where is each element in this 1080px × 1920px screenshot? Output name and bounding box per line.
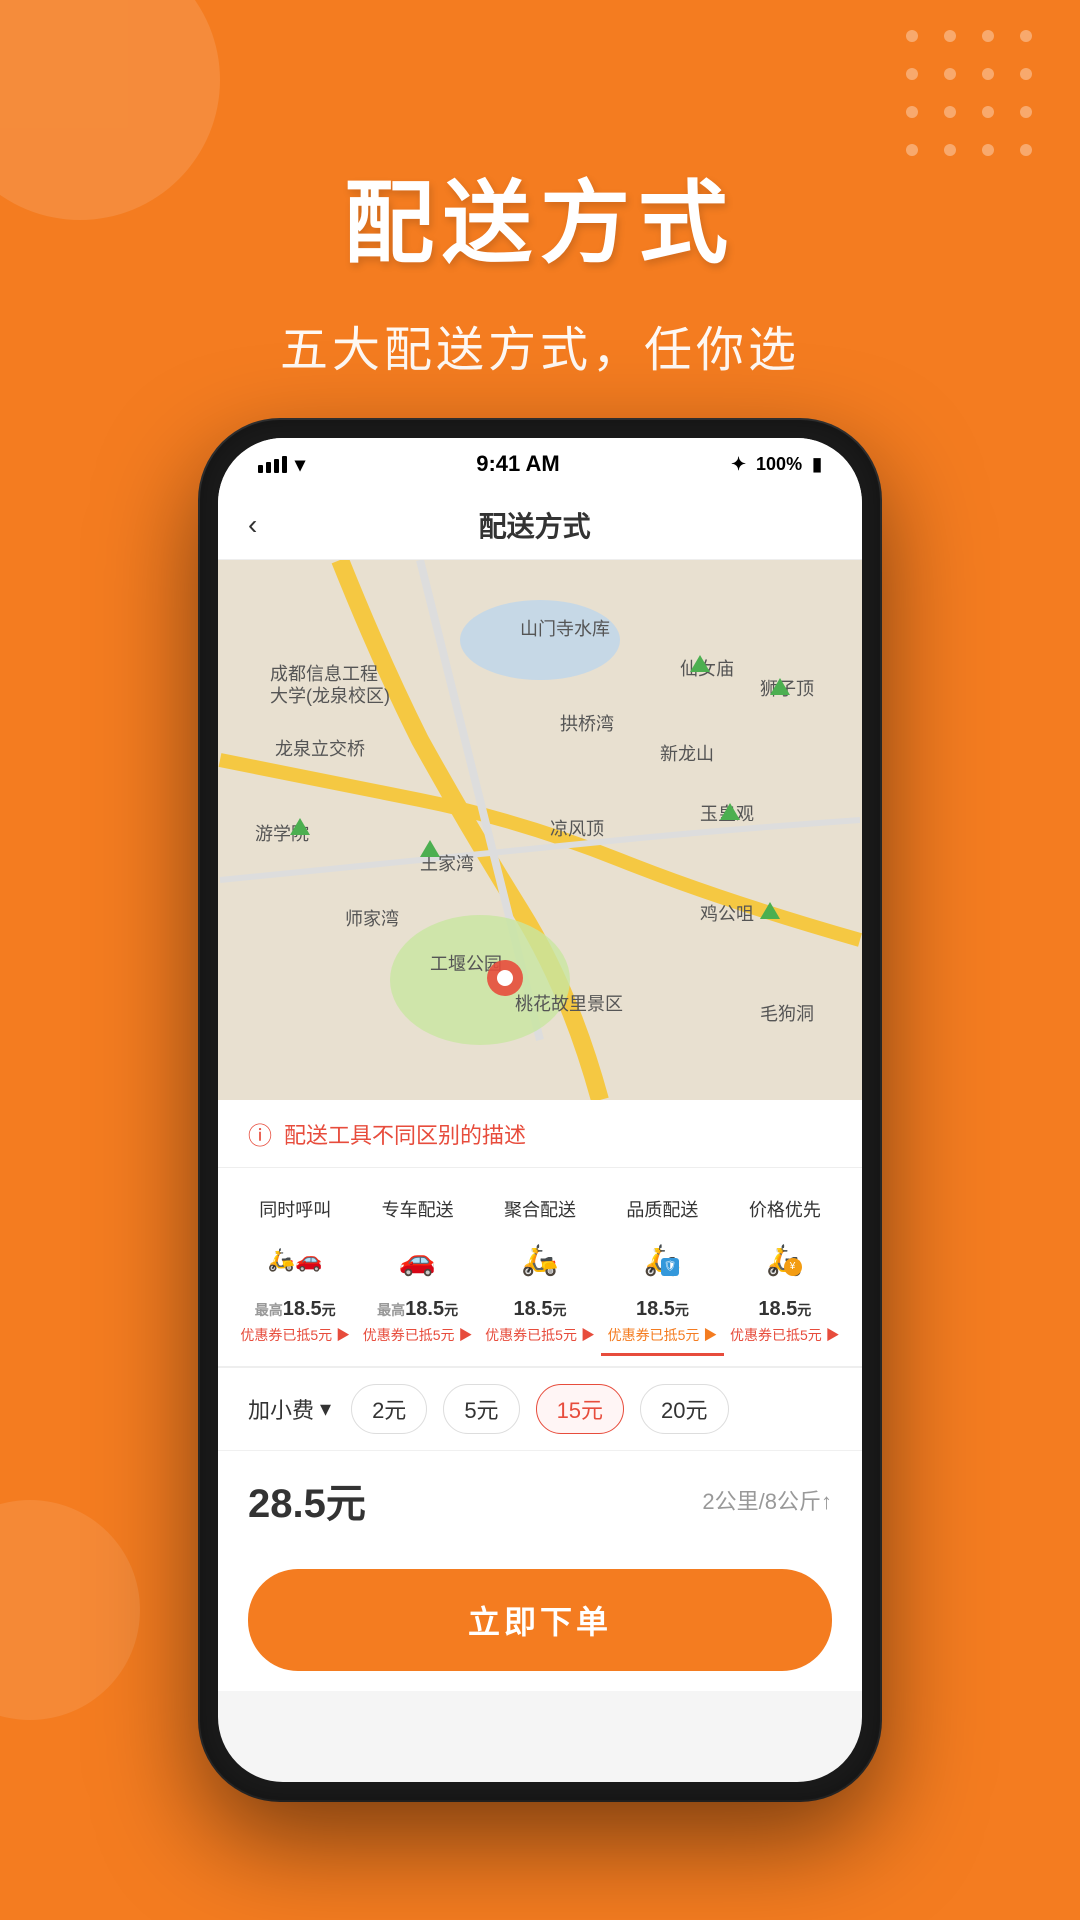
delivery-option-price-first[interactable]: 价格优先 🛵 ¥ 18.5元 优惠券已抵5元 ▶ — [724, 1188, 846, 1356]
quality-badge: 🛡 — [661, 1258, 679, 1276]
phone-screen: ▾ 9:41 AM ✦ 100% ▮ ‹ 配送方式 — [218, 438, 862, 1782]
fee-option-5[interactable]: 5元 — [443, 1384, 519, 1434]
delivery-options: 同时呼叫 🛵🚗 最高18.5元 优惠券已抵5元 ▶ 专车配送 🚗 — [218, 1168, 862, 1368]
phone-shell: ▾ 9:41 AM ✦ 100% ▮ ‹ 配送方式 — [200, 420, 880, 1800]
option-vehicle-3: 🛵 — [521, 1230, 558, 1290]
status-right: ✦ 100% ▮ — [731, 454, 822, 475]
delivery-option-private[interactable]: 专车配送 🚗 最高18.5元 优惠券已抵5元 ▶ — [356, 1188, 478, 1356]
option-vehicle-2: 🚗 — [399, 1230, 436, 1290]
wifi-icon: ▾ — [295, 452, 305, 477]
option-price-2: 最高18.5元 — [377, 1298, 458, 1321]
option-coupon-2: 优惠券已抵5元 ▶ — [363, 1325, 473, 1345]
extra-fee-label: 加小费 ▾ — [248, 1393, 331, 1425]
hero-title: 配送方式 — [0, 150, 1080, 280]
option-price-1: 最高18.5元 — [255, 1298, 336, 1321]
svg-text:毛狗洞: 毛狗洞 — [760, 1004, 814, 1024]
alert-bar: ⓘ 配送工具不同区别的描述 — [218, 1100, 862, 1168]
option-vehicle-4: 🛵 🛡 — [644, 1230, 681, 1290]
fee-option-2[interactable]: 2元 — [351, 1384, 427, 1434]
nav-title: 配送方式 — [277, 505, 792, 545]
option-name-3: 聚合配送 — [504, 1196, 576, 1222]
fee-option-20[interactable]: 20元 — [640, 1384, 728, 1434]
extra-fee-text: 加小费 — [248, 1393, 314, 1425]
alert-icon: ⓘ — [248, 1116, 272, 1151]
price-badge: ¥ — [784, 1258, 802, 1276]
svg-text:成都信息工程: 成都信息工程 — [270, 664, 378, 684]
delivery-option-aggregate[interactable]: 聚合配送 🛵 18.5元 优惠券已抵5元 ▶ — [479, 1188, 601, 1356]
svg-text:山门寺水库: 山门寺水库 — [520, 619, 610, 639]
option-name-5: 价格优先 — [749, 1196, 821, 1222]
option-vehicle-1: 🛵🚗 — [268, 1230, 323, 1290]
option-name-4: 品质配送 — [626, 1196, 698, 1222]
bluetooth-icon: ✦ — [731, 454, 746, 475]
option-price-3: 18.5元 — [514, 1298, 567, 1321]
hero-section: 配送方式 五大配送方式，任你选 — [0, 150, 1080, 380]
price-section: 28.5元 2公里/8公斤↑ — [218, 1451, 862, 1549]
map-area: 成都信息工程 大学(龙泉校区) 龙泉立交桥 山门寺水库 仙女庙 狮子顶 游学院 … — [218, 560, 862, 1100]
svg-text:师家湾: 师家湾 — [345, 909, 399, 929]
svg-text:新龙山: 新龙山 — [660, 744, 714, 764]
order-button-section: 立即下单 — [218, 1549, 862, 1691]
delivery-option-simultaneous[interactable]: 同时呼叫 🛵🚗 最高18.5元 优惠券已抵5元 ▶ — [234, 1188, 356, 1356]
battery-icon: ▮ — [812, 454, 822, 475]
svg-text:龙泉立交桥: 龙泉立交桥 — [275, 739, 365, 759]
svg-text:拱桥湾: 拱桥湾 — [560, 714, 614, 734]
phone-mockup: ▾ 9:41 AM ✦ 100% ▮ ‹ 配送方式 — [200, 420, 880, 1800]
fee-options: 2元 5元 15元 20元 — [351, 1384, 728, 1434]
hero-subtitle: 五大配送方式，任你选 — [0, 310, 1080, 380]
battery-text: 100% — [756, 454, 802, 475]
total-price: 28.5元 — [248, 1471, 366, 1529]
extra-fee-section: 加小费 ▾ 2元 5元 15元 20元 — [218, 1368, 862, 1451]
option-price-4: 18.5元 — [636, 1298, 689, 1321]
distance-info: 2公里/8公斤↑ — [702, 1484, 832, 1516]
svg-text:桃花故里景区: 桃花故里景区 — [515, 994, 623, 1014]
svg-text:鸡公咀: 鸡公咀 — [700, 904, 754, 924]
status-bar: ▾ 9:41 AM ✦ 100% ▮ — [218, 438, 862, 490]
option-coupon-4: 优惠券已抵5元 ▶ — [608, 1325, 718, 1345]
decoration-circle-bl — [0, 1500, 140, 1720]
dots-decoration — [906, 30, 1040, 164]
svg-text:狮子顶: 狮子顶 — [760, 679, 814, 699]
option-coupon-5: 优惠券已抵5元 ▶ — [730, 1325, 840, 1345]
option-vehicle-5: 🛵 ¥ — [766, 1230, 803, 1290]
delivery-option-quality[interactable]: 品质配送 🛵 🛡 18.5元 优惠券已抵5元 ▶ — [601, 1188, 723, 1356]
option-name-1: 同时呼叫 — [259, 1196, 331, 1222]
svg-text:凉风顶: 凉风顶 — [550, 819, 604, 839]
alert-text: 配送工具不同区别的描述 — [284, 1118, 526, 1150]
back-button[interactable]: ‹ — [248, 509, 257, 541]
fee-option-15[interactable]: 15元 — [536, 1384, 624, 1434]
status-left: ▾ — [258, 452, 305, 477]
option-price-5: 18.5元 — [758, 1298, 811, 1321]
svg-text:大学(龙泉校区): 大学(龙泉校区) — [270, 686, 390, 706]
signal-icon — [258, 456, 287, 473]
option-coupon-1: 优惠券已抵5元 ▶ — [240, 1325, 350, 1345]
option-name-2: 专车配送 — [382, 1196, 454, 1222]
order-button[interactable]: 立即下单 — [248, 1569, 832, 1671]
status-time: 9:41 AM — [476, 451, 560, 477]
nav-bar: ‹ 配送方式 — [218, 490, 862, 560]
dropdown-icon[interactable]: ▾ — [320, 1396, 331, 1422]
option-coupon-3: 优惠券已抵5元 ▶ — [485, 1325, 595, 1345]
